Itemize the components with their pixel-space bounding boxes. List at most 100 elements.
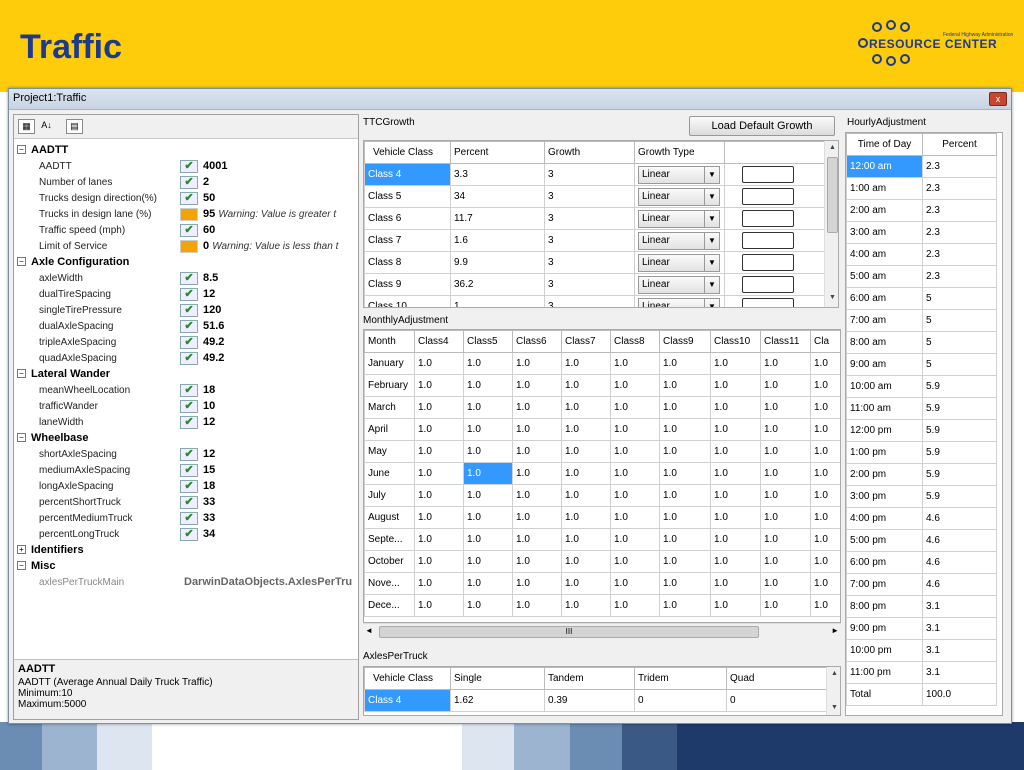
hourly-percent-cell[interactable]: 4.6: [922, 507, 997, 530]
growth-type-cell[interactable]: Linear ▼: [634, 207, 725, 230]
month-cell[interactable]: May: [364, 440, 415, 463]
adjustment-cell[interactable]: 1.0: [414, 374, 464, 397]
adjustment-cell[interactable]: 1.0: [610, 484, 660, 507]
monthly-column-header[interactable]: Class4: [414, 330, 464, 353]
adjustment-cell[interactable]: 1.0: [659, 462, 711, 485]
adjustment-cell[interactable]: 1.0: [610, 374, 660, 397]
hourly-row[interactable]: 12:00 pm 5.9: [846, 419, 997, 442]
monthly-row[interactable]: May 1.0 1.0 1.0 1.0 1.0 1.0 1.0 1.0 1.0: [364, 440, 840, 463]
property-value[interactable]: DarwinDataObjects.AxlesPerTru: [184, 576, 352, 588]
adjustment-cell[interactable]: 1.0: [610, 550, 660, 573]
month-cell[interactable]: March: [364, 396, 415, 419]
time-of-day-cell[interactable]: 5:00 am: [846, 265, 923, 288]
adjustment-cell[interactable]: 1.0: [561, 572, 611, 595]
property-value[interactable]: 50: [203, 192, 215, 204]
adjustment-cell[interactable]: 1.0: [710, 374, 761, 397]
month-cell[interactable]: Nove...: [364, 572, 415, 595]
adjustment-cell[interactable]: 1.0: [463, 440, 513, 463]
time-of-day-cell[interactable]: 9:00 pm: [846, 617, 923, 640]
property-row[interactable]: percentShortTruck ✔ 33: [14, 495, 358, 511]
growth-type-cell[interactable]: Linear ▼: [634, 163, 725, 186]
adjustment-cell[interactable]: 1.0: [710, 462, 761, 485]
adjustment-cell[interactable]: 1.0: [810, 484, 840, 507]
adjustment-cell[interactable]: 1.0: [414, 418, 464, 441]
time-of-day-cell[interactable]: 10:00 pm: [846, 639, 923, 662]
property-value[interactable]: 4001: [203, 160, 227, 172]
growth-cell[interactable]: 3: [544, 273, 635, 296]
ttc-row[interactable]: Class 4 3.3 3 Linear ▼: [364, 163, 825, 186]
hourly-row[interactable]: 8:00 am 5: [846, 331, 997, 354]
adjustment-cell[interactable]: 1.0: [659, 594, 711, 617]
adjustment-cell[interactable]: 1.0: [710, 440, 761, 463]
adjustment-cell[interactable]: 1.0: [810, 352, 840, 375]
monthly-row[interactable]: July 1.0 1.0 1.0 1.0 1.0 1.0 1.0 1.0 1.0: [364, 484, 840, 507]
hourly-row[interactable]: 11:00 am 5.9: [846, 397, 997, 420]
adjustment-cell[interactable]: 1.0: [610, 594, 660, 617]
adjustment-cell[interactable]: 1.0: [561, 594, 611, 617]
adjustment-cell[interactable]: 1.0: [463, 528, 513, 551]
percent-cell[interactable]: 9.9: [450, 251, 545, 274]
adjustment-cell[interactable]: 1.0: [659, 484, 711, 507]
property-value[interactable]: 18: [203, 384, 215, 396]
hourly-percent-cell[interactable]: 4.6: [922, 573, 997, 596]
property-value[interactable]: 95 Warning: Value is greater t: [203, 208, 336, 220]
property-row[interactable]: tripleAxleSpacing ✔ 49.2: [14, 335, 358, 351]
hourly-percent-cell[interactable]: 5.9: [922, 441, 997, 464]
adjustment-cell[interactable]: 1.0: [561, 484, 611, 507]
sort-az-icon[interactable]: A↓: [38, 119, 55, 134]
chevron-down-icon[interactable]: ▼: [704, 188, 719, 205]
time-of-day-cell[interactable]: 7:00 pm: [846, 573, 923, 596]
hourly-row[interactable]: 10:00 pm 3.1: [846, 639, 997, 662]
property-value[interactable]: 12: [203, 288, 215, 300]
property-row[interactable]: longAxleSpacing ✔ 18: [14, 479, 358, 495]
adjustment-cell[interactable]: 1.0: [810, 462, 840, 485]
hourly-total-row[interactable]: Total 100.0: [846, 683, 997, 706]
time-of-day-cell[interactable]: 11:00 pm: [846, 661, 923, 684]
ttc-vscroll[interactable]: ▲ ▼: [824, 141, 838, 307]
adjustment-cell[interactable]: 1.0: [414, 352, 464, 375]
monthly-column-header[interactable]: Class9: [659, 330, 711, 353]
property-value[interactable]: 15: [203, 464, 215, 476]
hourly-percent-cell[interactable]: 2.3: [922, 155, 997, 178]
adjustment-cell[interactable]: 1.0: [710, 528, 761, 551]
hourly-percent-cell[interactable]: 3.1: [922, 661, 997, 684]
adjustment-cell[interactable]: 1.0: [463, 462, 513, 485]
time-of-day-cell[interactable]: 11:00 am: [846, 397, 923, 420]
adjustment-cell[interactable]: 1.0: [810, 418, 840, 441]
hourly-row[interactable]: 3:00 pm 5.9: [846, 485, 997, 508]
time-of-day-cell[interactable]: 6:00 am: [846, 287, 923, 310]
property-category[interactable]: − Wheelbase: [14, 431, 358, 447]
load-default-growth-button[interactable]: Load Default Growth: [689, 116, 835, 136]
property-row[interactable]: shortAxleSpacing ✔ 12: [14, 447, 358, 463]
adjustment-cell[interactable]: 1.0: [659, 374, 711, 397]
month-cell[interactable]: Septe...: [364, 528, 415, 551]
property-row[interactable]: mediumAxleSpacing ✔ 15: [14, 463, 358, 479]
property-value[interactable]: 12: [203, 416, 215, 428]
adjustment-cell[interactable]: 1.0: [463, 352, 513, 375]
vehicle-class-cell[interactable]: Class 8: [364, 251, 451, 274]
hourly-percent-cell[interactable]: 2.3: [922, 221, 997, 244]
growth-type-dropdown[interactable]: Linear ▼: [638, 209, 720, 228]
month-cell[interactable]: Dece...: [364, 594, 415, 617]
monthly-row[interactable]: April 1.0 1.0 1.0 1.0 1.0 1.0 1.0 1.0 1.0: [364, 418, 840, 441]
monthly-column-header[interactable]: Class10: [710, 330, 761, 353]
hourly-percent-cell[interactable]: 5.9: [922, 375, 997, 398]
hourly-row[interactable]: 9:00 am 5: [846, 353, 997, 376]
adjustment-cell[interactable]: 1.0: [760, 550, 811, 573]
expand-toggle-icon[interactable]: −: [17, 145, 26, 154]
hourly-row[interactable]: 12:00 am 2.3: [846, 155, 997, 178]
adjustment-cell[interactable]: 1.0: [760, 440, 811, 463]
growth-type-dropdown[interactable]: Linear ▼: [638, 187, 720, 206]
hourly-percent-cell[interactable]: 2.3: [922, 199, 997, 222]
time-of-day-cell[interactable]: 8:00 am: [846, 331, 923, 354]
growth-cell[interactable]: 3: [544, 295, 635, 307]
adjustment-cell[interactable]: 1.0: [463, 506, 513, 529]
property-row[interactable]: Limit of Service 0 Warning: Value is less…: [14, 239, 358, 255]
ttc-column-header[interactable]: Growth: [544, 141, 635, 164]
hourly-percent-cell[interactable]: 3.1: [922, 639, 997, 662]
adjustment-cell[interactable]: 1.0: [512, 418, 562, 441]
vehicle-class-cell[interactable]: Class 9: [364, 273, 451, 296]
adjustment-cell[interactable]: 1.0: [610, 462, 660, 485]
adjustment-cell[interactable]: 1.0: [414, 440, 464, 463]
hourly-percent-cell[interactable]: 5: [922, 309, 997, 332]
